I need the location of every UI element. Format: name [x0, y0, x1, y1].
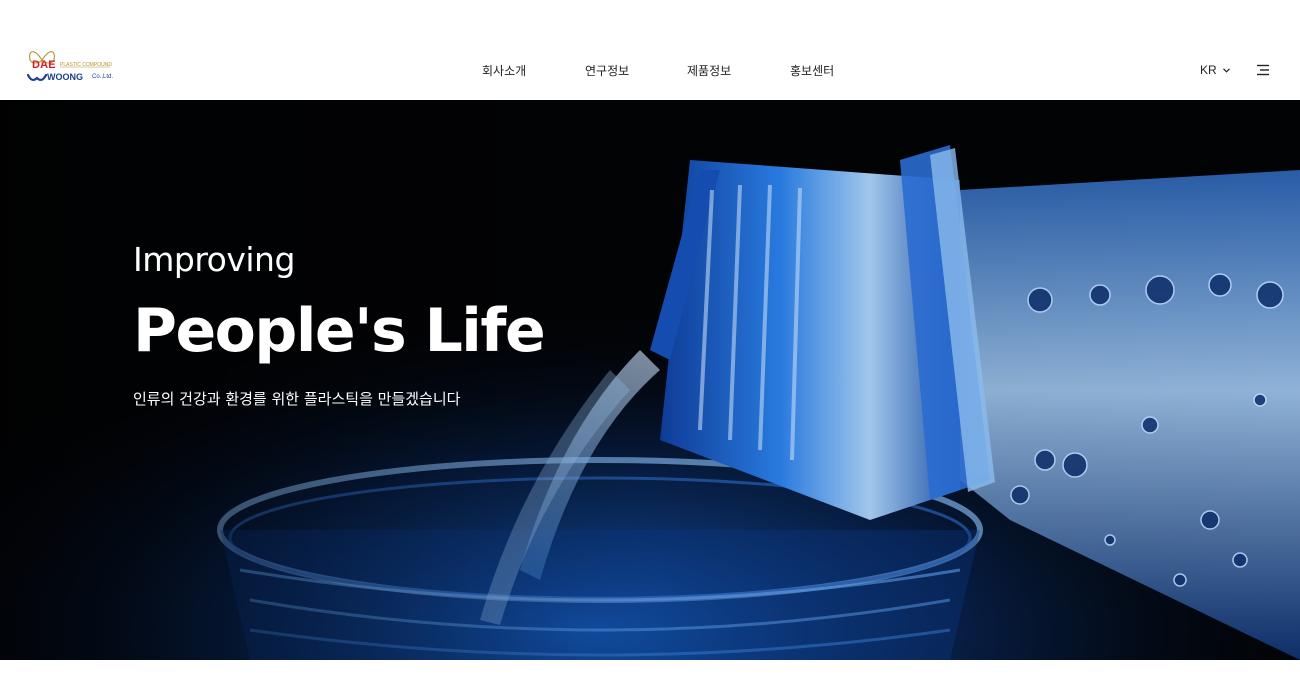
nav-item-products[interactable]: 제품정보 [687, 62, 731, 78]
logo-subtitle: PLASTIC COMPOUND [60, 62, 112, 68]
hero-banner: Improving People's Life 인류의 건강과 환경를 위한 플… [0, 100, 1300, 660]
chevron-down-icon [1222, 67, 1230, 73]
page-bottom-area [0, 660, 1300, 700]
hero-kicker-text: Improving [133, 240, 295, 279]
logo-co-text: Co.,Ltd. [92, 74, 114, 80]
nav-item-research[interactable]: 연구정보 [585, 62, 629, 78]
nav-item-company[interactable]: 회사소개 [482, 62, 526, 78]
nav-item-pr-center[interactable]: 홍보센터 [790, 62, 834, 78]
company-logo[interactable]: DAE PLASTIC COMPOUND WOONG Co.,Ltd. [24, 46, 116, 86]
hamburger-menu-icon[interactable] [1256, 64, 1270, 76]
site-header: DAE PLASTIC COMPOUND WOONG Co.,Ltd. 회사소개… [0, 0, 1300, 100]
logo-w-swoosh-icon [27, 73, 47, 82]
language-selector[interactable]: KR [1200, 62, 1230, 78]
hero-title: People's Life [133, 296, 546, 366]
logo-woong-text: WOONG [47, 72, 83, 82]
hero-background-image [0, 100, 1300, 660]
language-label: KR [1200, 63, 1217, 77]
logo-dae-text: DAE [32, 59, 56, 71]
hero-subtitle: 인류의 건강과 환경를 위한 플라스틱을 만들겠습니다 [133, 390, 461, 408]
